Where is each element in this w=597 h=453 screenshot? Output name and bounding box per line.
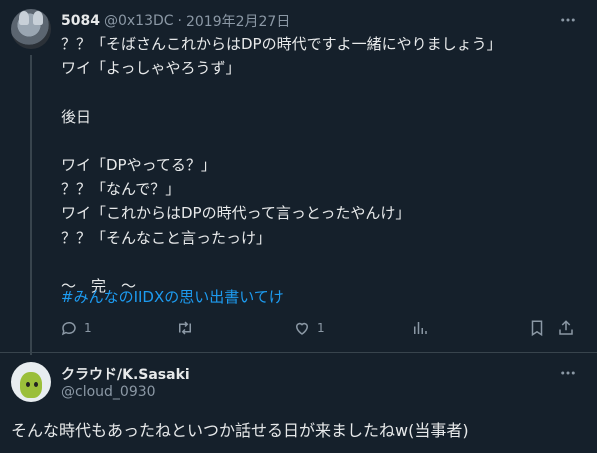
avatar-character xyxy=(20,372,42,398)
tweet-header: 5084 @0x13DC · 2019年2月27日 xyxy=(61,11,290,31)
avatar-eye-left xyxy=(26,382,30,387)
avatar-ear-left xyxy=(19,11,29,25)
reply-count: 1 xyxy=(84,321,92,335)
share-icon xyxy=(559,320,573,335)
reply-handle[interactable]: @cloud_0930 xyxy=(61,384,156,400)
avatar[interactable] xyxy=(11,9,51,49)
like-count: 1 xyxy=(317,321,325,335)
views-button[interactable] xyxy=(411,316,429,340)
display-name[interactable]: 5084 xyxy=(61,13,100,29)
timestamp[interactable]: 2019年2月27日 xyxy=(186,11,290,31)
like-icon xyxy=(295,322,309,335)
reply-avatar[interactable] xyxy=(11,362,51,402)
separator: · xyxy=(177,13,182,29)
reply-icon xyxy=(61,321,76,336)
more-icon[interactable] xyxy=(558,363,578,383)
avatar-eye-right xyxy=(34,382,38,387)
hashtag-link[interactable]: #みんなのIIDXの思い出書いてけ xyxy=(61,286,284,307)
reply-tweet[interactable]: クラウド/K.Sasaki @cloud_0930 そんな時代もあったねといつか… xyxy=(0,353,597,453)
handle[interactable]: @0x13DC xyxy=(104,13,174,29)
avatar-ear-right xyxy=(33,11,43,25)
reply-display-name[interactable]: クラウド/K.Sasaki xyxy=(61,364,190,384)
main-tweet[interactable]: 5084 @0x13DC · 2019年2月27日 ？？「そばさんこれからはDP… xyxy=(0,0,597,355)
share-button[interactable] xyxy=(557,316,575,340)
retweet-icon xyxy=(179,321,191,335)
reply-button[interactable]: 1 xyxy=(60,316,92,340)
views-icon xyxy=(414,322,427,334)
retweet-button[interactable] xyxy=(176,316,194,340)
like-button[interactable]: 1 xyxy=(293,316,325,340)
bookmark-button[interactable] xyxy=(528,316,546,340)
more-icon[interactable] xyxy=(558,10,578,30)
action-bar: 1 1 xyxy=(0,316,597,340)
thread-line xyxy=(30,55,32,355)
tweet-text: ？？「そばさんこれからはDPの時代ですよ一緒にやりましょう」 ワイ「よっしゃやろ… xyxy=(61,35,502,296)
bookmark-icon xyxy=(531,320,543,337)
reply-text: そんな時代もあったねといつか話せる日が来ましたねw(当事者) xyxy=(11,421,469,440)
